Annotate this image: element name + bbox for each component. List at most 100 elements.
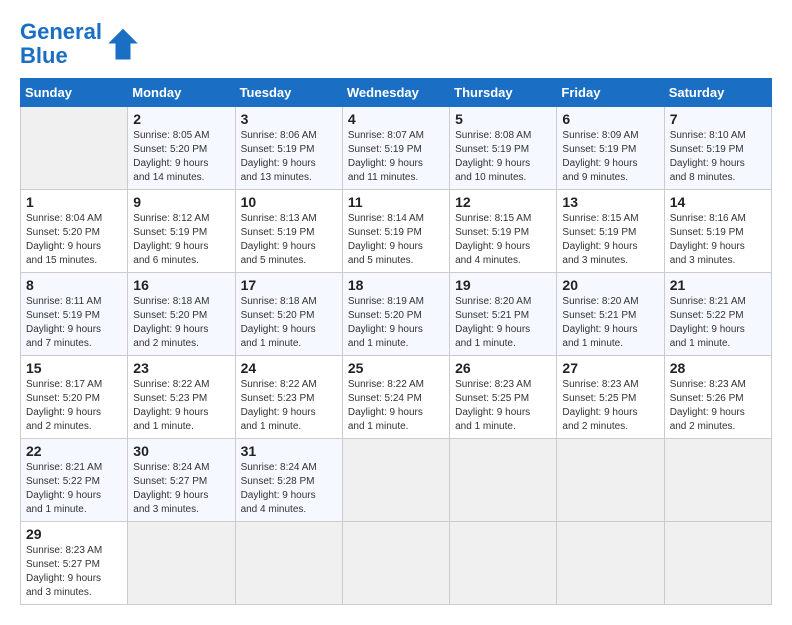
day-number: 28	[670, 360, 766, 376]
day-number: 14	[670, 194, 766, 210]
day-number: 6	[562, 111, 658, 127]
day-number: 31	[241, 443, 337, 459]
weekday-header-tuesday: Tuesday	[235, 79, 342, 107]
day-number: 27	[562, 360, 658, 376]
calendar-cell: 18Sunrise: 8:19 AMSunset: 5:20 PMDayligh…	[342, 273, 449, 356]
day-info: Sunrise: 8:21 AMSunset: 5:22 PMDaylight:…	[26, 461, 122, 517]
day-info: Sunrise: 8:23 AMSunset: 5:25 PMDaylight:…	[455, 378, 551, 434]
calendar-cell: 6 Sunrise: 8:09 AMSunset: 5:19 PMDaylight…	[557, 107, 664, 190]
day-number: 2	[133, 111, 229, 127]
calendar-cell: 7Sunrise: 8:10 AMSunset: 5:19 PMDaylight…	[664, 107, 771, 190]
calendar-cell: 9 Sunrise: 8:12 AMSunset: 5:19 PMDaylight…	[128, 190, 235, 273]
calendar-cell: 14 Sunrise: 8:16 AMSunset: 5:19 PMDayligh…	[664, 190, 771, 273]
logo-text: GeneralBlue	[20, 20, 102, 68]
calendar-cell: 13Sunrise: 8:15 AMSunset: 5:19 PMDayligh…	[557, 190, 664, 273]
day-number: 9	[133, 194, 229, 210]
day-info: Sunrise: 8:16 AMSunset: 5:19 PMDaylight:…	[670, 212, 766, 268]
calendar-week-row: 29 Sunrise: 8:23 AMSunset: 5:27 PMDayligh…	[21, 522, 772, 605]
day-number: 24	[241, 360, 337, 376]
day-info: Sunrise: 8:22 AMSunset: 5:23 PMDaylight:…	[241, 378, 337, 434]
calendar-cell	[450, 522, 557, 605]
calendar-week-row: 22 Sunrise: 8:21 AMSunset: 5:22 PMDayligh…	[21, 439, 772, 522]
calendar-week-row: 1Sunrise: 8:04 AMSunset: 5:20 PMDaylight…	[21, 190, 772, 273]
calendar-cell: 15Sunrise: 8:17 AMSunset: 5:20 PMDayligh…	[21, 356, 128, 439]
day-info: Sunrise: 8:09 AMSunset: 5:19 PMDaylight:…	[562, 129, 658, 185]
calendar-cell	[235, 522, 342, 605]
weekday-header-monday: Monday	[128, 79, 235, 107]
calendar-cell: 24 Sunrise: 8:22 AMSunset: 5:23 PMDayligh…	[235, 356, 342, 439]
calendar-cell	[342, 439, 449, 522]
day-number: 19	[455, 277, 551, 293]
day-number: 11	[348, 194, 444, 210]
page-header: GeneralBlue	[20, 20, 772, 68]
calendar-week-row: 15Sunrise: 8:17 AMSunset: 5:20 PMDayligh…	[21, 356, 772, 439]
day-info: Sunrise: 8:17 AMSunset: 5:20 PMDaylight:…	[26, 378, 122, 434]
day-number: 30	[133, 443, 229, 459]
day-number: 17	[241, 277, 337, 293]
calendar-cell	[21, 107, 128, 190]
day-info: Sunrise: 8:21 AMSunset: 5:22 PMDaylight:…	[670, 295, 766, 351]
day-info: Sunrise: 8:07 AMSunset: 5:19 PMDaylight:…	[348, 129, 444, 185]
calendar-cell: 26 Sunrise: 8:23 AMSunset: 5:25 PMDayligh…	[450, 356, 557, 439]
calendar-cell: 23 Sunrise: 8:22 AMSunset: 5:23 PMDayligh…	[128, 356, 235, 439]
calendar-cell	[557, 522, 664, 605]
day-number: 20	[562, 277, 658, 293]
day-info: Sunrise: 8:22 AMSunset: 5:23 PMDaylight:…	[133, 378, 229, 434]
calendar-cell: 5 Sunrise: 8:08 AMSunset: 5:19 PMDaylight…	[450, 107, 557, 190]
day-number: 5	[455, 111, 551, 127]
weekday-header-saturday: Saturday	[664, 79, 771, 107]
day-info: Sunrise: 8:12 AMSunset: 5:19 PMDaylight:…	[133, 212, 229, 268]
weekday-header-wednesday: Wednesday	[342, 79, 449, 107]
calendar-cell: 22 Sunrise: 8:21 AMSunset: 5:22 PMDayligh…	[21, 439, 128, 522]
day-info: Sunrise: 8:23 AMSunset: 5:25 PMDaylight:…	[562, 378, 658, 434]
calendar-cell: 30 Sunrise: 8:24 AMSunset: 5:27 PMDayligh…	[128, 439, 235, 522]
calendar-cell: 29 Sunrise: 8:23 AMSunset: 5:27 PMDayligh…	[21, 522, 128, 605]
day-number: 18	[348, 277, 444, 293]
day-number: 16	[133, 277, 229, 293]
day-number: 3	[241, 111, 337, 127]
day-number: 22	[26, 443, 122, 459]
day-info: Sunrise: 8:08 AMSunset: 5:19 PMDaylight:…	[455, 129, 551, 185]
day-info: Sunrise: 8:20 AMSunset: 5:21 PMDaylight:…	[562, 295, 658, 351]
calendar-table: SundayMondayTuesdayWednesdayThursdayFrid…	[20, 78, 772, 605]
calendar-week-row: 2 Sunrise: 8:05 AMSunset: 5:20 PMDaylight…	[21, 107, 772, 190]
calendar-cell: 21 Sunrise: 8:21 AMSunset: 5:22 PMDayligh…	[664, 273, 771, 356]
calendar-cell	[664, 522, 771, 605]
day-number: 21	[670, 277, 766, 293]
calendar-cell: 31 Sunrise: 8:24 AMSunset: 5:28 PMDayligh…	[235, 439, 342, 522]
day-number: 10	[241, 194, 337, 210]
day-number: 8	[26, 277, 122, 293]
day-info: Sunrise: 8:10 AMSunset: 5:19 PMDaylight:…	[670, 129, 766, 185]
calendar-cell	[128, 522, 235, 605]
day-info: Sunrise: 8:05 AMSunset: 5:20 PMDaylight:…	[133, 129, 229, 185]
day-info: Sunrise: 8:23 AMSunset: 5:26 PMDaylight:…	[670, 378, 766, 434]
day-number: 4	[348, 111, 444, 127]
logo-icon	[105, 26, 141, 62]
day-number: 26	[455, 360, 551, 376]
day-number: 12	[455, 194, 551, 210]
logo: GeneralBlue	[20, 20, 141, 68]
day-info: Sunrise: 8:04 AMSunset: 5:20 PMDaylight:…	[26, 212, 122, 268]
calendar-cell: 27 Sunrise: 8:23 AMSunset: 5:25 PMDayligh…	[557, 356, 664, 439]
day-info: Sunrise: 8:24 AMSunset: 5:28 PMDaylight:…	[241, 461, 337, 517]
day-info: Sunrise: 8:13 AMSunset: 5:19 PMDaylight:…	[241, 212, 337, 268]
weekday-header-row: SundayMondayTuesdayWednesdayThursdayFrid…	[21, 79, 772, 107]
day-info: Sunrise: 8:06 AMSunset: 5:19 PMDaylight:…	[241, 129, 337, 185]
day-info: Sunrise: 8:20 AMSunset: 5:21 PMDaylight:…	[455, 295, 551, 351]
calendar-cell: 10 Sunrise: 8:13 AMSunset: 5:19 PMDayligh…	[235, 190, 342, 273]
day-info: Sunrise: 8:24 AMSunset: 5:27 PMDaylight:…	[133, 461, 229, 517]
calendar-week-row: 8Sunrise: 8:11 AMSunset: 5:19 PMDaylight…	[21, 273, 772, 356]
day-number: 25	[348, 360, 444, 376]
calendar-cell: 12Sunrise: 8:15 AMSunset: 5:19 PMDayligh…	[450, 190, 557, 273]
calendar-cell: 25 Sunrise: 8:22 AMSunset: 5:24 PMDayligh…	[342, 356, 449, 439]
calendar-cell: 1Sunrise: 8:04 AMSunset: 5:20 PMDaylight…	[21, 190, 128, 273]
weekday-header-sunday: Sunday	[21, 79, 128, 107]
calendar-cell	[450, 439, 557, 522]
calendar-cell: 3 Sunrise: 8:06 AMSunset: 5:19 PMDaylight…	[235, 107, 342, 190]
day-info: Sunrise: 8:22 AMSunset: 5:24 PMDaylight:…	[348, 378, 444, 434]
day-number: 29	[26, 526, 122, 542]
day-info: Sunrise: 8:23 AMSunset: 5:27 PMDaylight:…	[26, 544, 122, 600]
day-number: 23	[133, 360, 229, 376]
calendar-cell: 20 Sunrise: 8:20 AMSunset: 5:21 PMDayligh…	[557, 273, 664, 356]
day-info: Sunrise: 8:18 AMSunset: 5:20 PMDaylight:…	[241, 295, 337, 351]
